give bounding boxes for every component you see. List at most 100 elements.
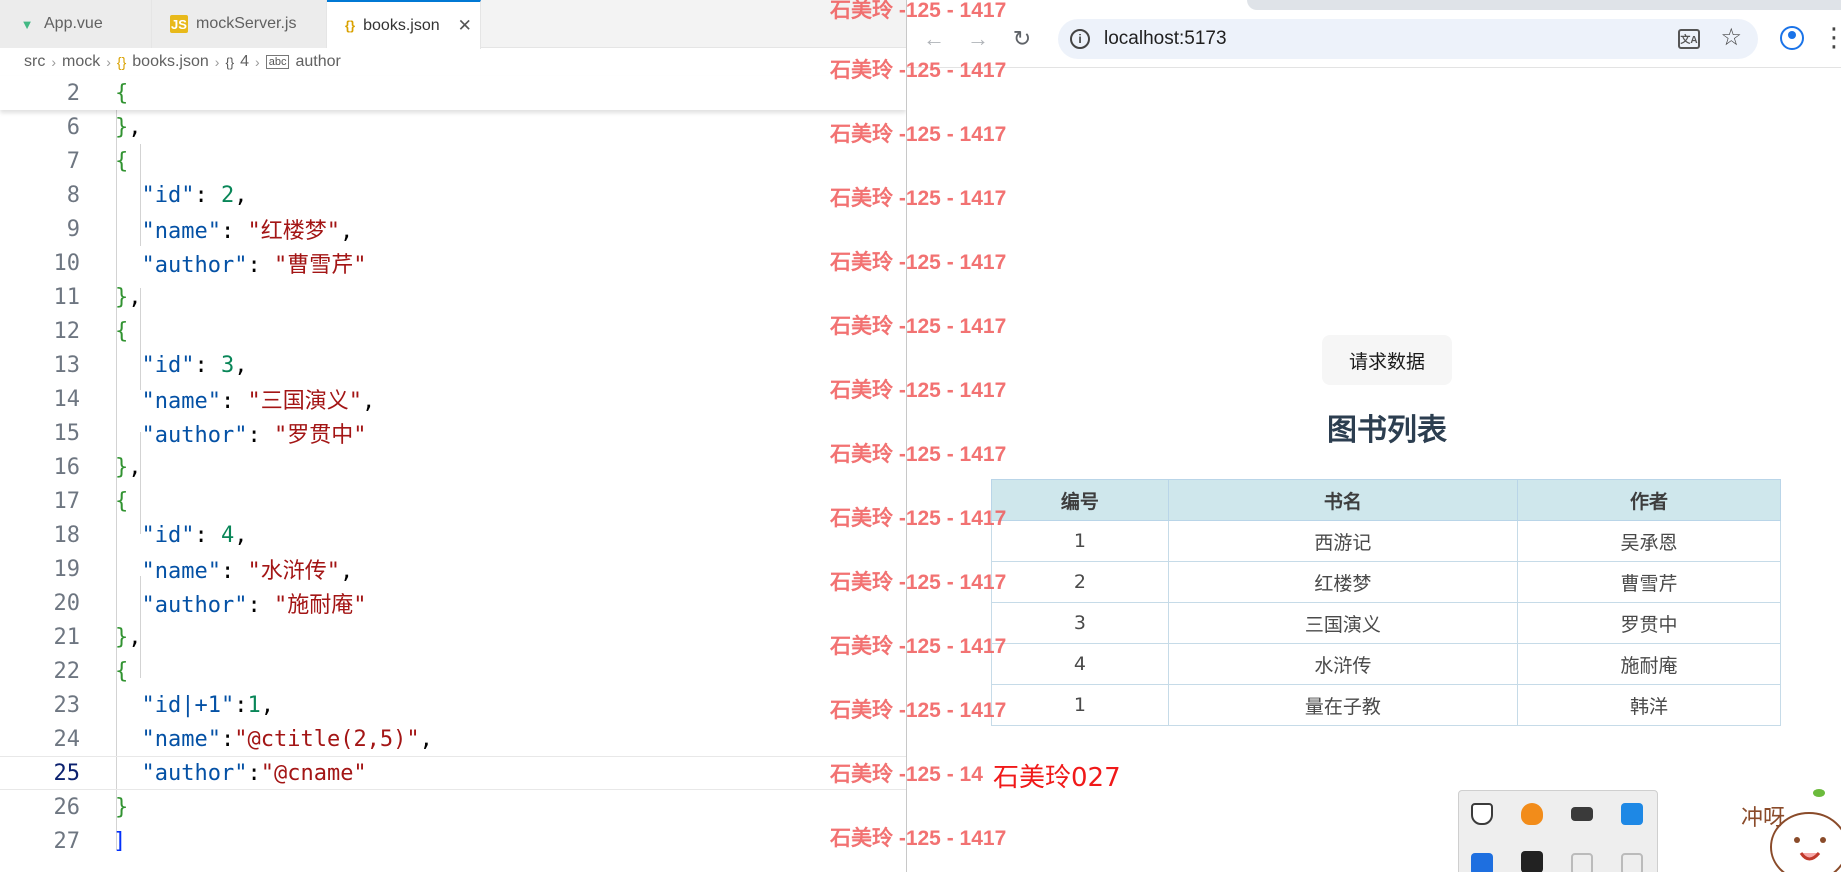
table-cell: 1 [991, 684, 1169, 726]
line-number: 6 [66, 114, 80, 140]
line-number: 15 [53, 420, 81, 446]
table-row: 1 西游记 吴承恩 [991, 520, 1782, 562]
breadcrumb-item[interactable]: mock [62, 53, 100, 71]
screen: ▼ App.vue JS mockServer.js {} books.json… [0, 0, 1841, 872]
line-number: 2 [66, 80, 80, 106]
table-header-row: 编号 书名 作者 [991, 479, 1782, 521]
watermark: 石美玲 -125 - 1417 [830, 443, 1007, 466]
json-value: "三国演义" [247, 389, 362, 414]
line-number: 18 [53, 522, 81, 548]
breadcrumb-item[interactable]: 4 [240, 53, 249, 71]
code-line: 23 "id|+1":1, [0, 688, 906, 722]
watermark: 石美玲 -125 - 1417 [830, 123, 1007, 146]
more-menu-icon[interactable]: ⋮ [1821, 24, 1841, 50]
bookmark-star-icon[interactable]: ☆ [1720, 23, 1742, 52]
line-number: 20 [53, 590, 81, 616]
json-value: "红楼梦" [247, 219, 340, 244]
line-number: 13 [53, 352, 81, 378]
battery-icon[interactable] [1571, 807, 1593, 821]
json-key: "author" [141, 593, 248, 618]
back-arrow-icon[interactable]: ← [919, 24, 949, 54]
breadcrumb-item[interactable]: author [295, 53, 340, 71]
line-number: 23 [53, 692, 81, 718]
json-value: "曹雪芹" [273, 253, 367, 278]
chevron-right-icon: › [106, 54, 111, 70]
tab-books-json[interactable]: {} books.json ✕ [327, 0, 481, 49]
tab-app-vue[interactable]: ▼ App.vue [0, 0, 152, 48]
address-bar[interactable]: i localhost:5173 文A ☆ [1058, 19, 1758, 59]
object-icon: {} [225, 54, 235, 70]
code-line: 26 } [0, 790, 906, 824]
chevron-right-icon: › [255, 54, 260, 70]
watermark: 石美玲 -125 - 1417 [830, 0, 1007, 22]
page-title: 图书列表 [1327, 413, 1447, 448]
mascot-text: 冲呀 [1741, 806, 1785, 831]
chevron-right-icon: › [51, 54, 56, 70]
line-number: 21 [53, 624, 81, 650]
code-line: 13 "id": 3, [0, 348, 906, 382]
request-data-button[interactable]: 请求数据 [1322, 335, 1452, 385]
watermark: 石美玲 -125 - 1417 [830, 827, 1007, 850]
grid-app-icon[interactable] [1521, 851, 1543, 872]
code-line: 2 { [0, 76, 906, 110]
watermark: 石美玲 -125 - 1417 [830, 635, 1007, 658]
line-number: 9 [66, 216, 80, 242]
column-header: 编号 [991, 479, 1169, 521]
tab-label: books.json [363, 16, 440, 34]
json-value: "@ctitle(2,5)" [234, 726, 420, 752]
watermark: 石美玲 -125 - 1417 [830, 59, 1007, 82]
mascot-sticker-icon: 冲呀 [1741, 789, 1841, 872]
json-key: "name" [141, 726, 221, 752]
editor-tab-bar: ▼ App.vue JS mockServer.js {} books.json… [0, 0, 906, 49]
flame-icon[interactable] [1521, 803, 1543, 825]
code-line: 22 { [0, 654, 906, 688]
column-header: 作者 [1516, 479, 1782, 521]
info-icon[interactable]: i [1070, 29, 1090, 49]
code-line: 11 }, [0, 280, 906, 314]
json-key: "id|+1" [141, 692, 235, 718]
app-arrow-icon[interactable] [1621, 803, 1643, 825]
code-line: 10 "author": "曹雪芹" [0, 246, 906, 280]
code-editor: ▼ App.vue JS mockServer.js {} books.json… [0, 0, 906, 872]
url-text[interactable]: localhost:5173 [1104, 28, 1227, 50]
table-cell: 红楼梦 [1167, 561, 1518, 603]
table-row: 3 三国演义 罗贯中 [991, 602, 1782, 644]
profile-icon[interactable] [1780, 26, 1804, 50]
table-cell: 吴承恩 [1516, 520, 1782, 562]
code-area[interactable]: 2 { 6 }, 7 { 8 "id": 2, 9 "name": "红楼梦",… [0, 76, 906, 872]
json-value: "罗贯中" [273, 423, 367, 448]
tab-label: App.vue [44, 15, 103, 32]
security-shield-icon[interactable] [1471, 803, 1493, 825]
code-line: 9 "name": "红楼梦", [0, 212, 906, 246]
tab-label: mockServer.js [196, 15, 297, 32]
code-line: 18 "id": 4, [0, 518, 906, 552]
watermark: 石美玲 -125 - 1417 [830, 699, 1007, 722]
table-row: 4 水浒传 施耐庵 [991, 643, 1782, 685]
breadcrumb: src › mock › {} books.json › {} 4 › abc … [24, 48, 341, 76]
translate-icon[interactable]: 文A [1678, 29, 1700, 49]
breadcrumb-item[interactable]: books.json [132, 53, 209, 71]
breadcrumb-item[interactable]: src [24, 53, 45, 71]
json-value: 1 [247, 692, 261, 718]
table-cell: 曹雪芹 [1516, 561, 1782, 603]
brace: { [115, 80, 129, 106]
watermark: 石美玲 -125 - 1417 [830, 507, 1007, 530]
table-cell: 罗贯中 [1516, 602, 1782, 644]
line-number: 24 [53, 726, 81, 752]
watermark: 石美玲 -125 - 1417 [830, 571, 1007, 594]
reload-icon[interactable]: ↻ [1007, 24, 1037, 54]
close-icon[interactable]: ✕ [458, 16, 472, 36]
copy-icon[interactable] [1571, 853, 1593, 872]
tab-mockserver-js[interactable]: JS mockServer.js [152, 0, 327, 48]
table-cell: 西游记 [1167, 520, 1518, 562]
table-cell: 2 [991, 561, 1169, 603]
chevron-right-icon: › [214, 54, 220, 70]
column-header: 书名 [1167, 479, 1518, 521]
k-app-icon[interactable] [1471, 853, 1493, 872]
text-icon[interactable] [1621, 853, 1643, 872]
json-value: 3 [220, 352, 235, 378]
forward-arrow-icon[interactable]: → [963, 24, 993, 54]
vue-icon: ▼ [20, 16, 34, 32]
line-number: 26 [53, 794, 81, 820]
line-number: 11 [53, 284, 81, 310]
